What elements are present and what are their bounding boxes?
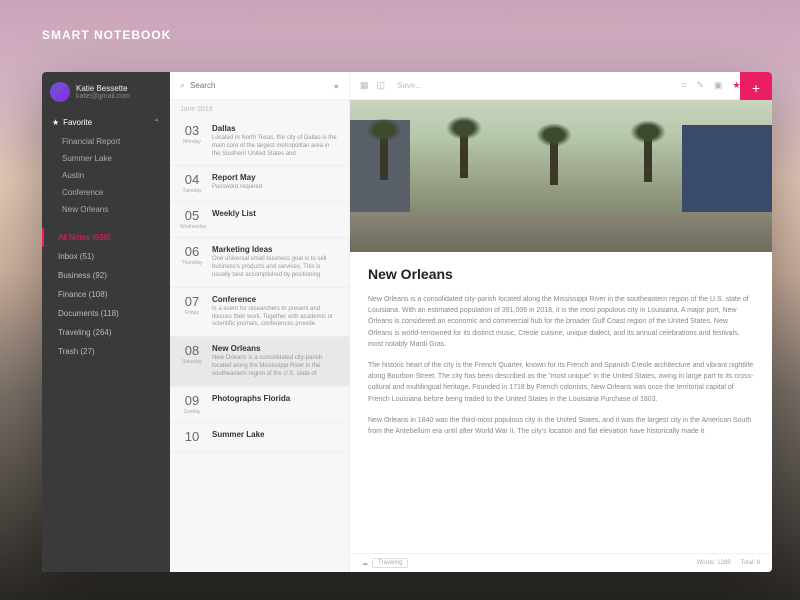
article-title: New Orleans: [368, 266, 754, 282]
search-bar: ⌕ ●: [170, 72, 349, 100]
note-item[interactable]: 04 Tuesday Report May Password required: [170, 166, 349, 202]
favorite-item[interactable]: Financial Report: [42, 133, 170, 150]
user-email: katie@gmail.com: [76, 93, 130, 100]
toolbar: ▦ ◫ Save... ⌗ ✎ ▣ ★ 🗑: [350, 72, 772, 100]
article-paragraph: New Orleans in 1840 was the third-most p…: [368, 415, 754, 437]
footer: ☁ Traveling Words: 1289 Total: 8: [350, 553, 772, 572]
note-day: 07: [180, 295, 204, 308]
edit-icon[interactable]: ✎: [696, 80, 704, 91]
hero-image: [350, 100, 772, 252]
mic-icon[interactable]: ●: [334, 81, 339, 91]
total-count: Total: 8: [741, 560, 760, 566]
layout-icon[interactable]: ◫: [377, 80, 386, 91]
app-title: SMART NOTEBOOK: [42, 28, 171, 42]
note-dow: Sunday: [180, 409, 204, 415]
category-traveling[interactable]: Traveling (264): [42, 323, 170, 342]
note-day: 05: [180, 209, 204, 222]
sidebar: Katie Bessette katie@gmail.com ★ Favorit…: [42, 72, 170, 572]
favorite-item[interactable]: Austin: [42, 167, 170, 184]
note-day: 03: [180, 124, 204, 137]
user-name: Katie Bessette: [76, 84, 130, 93]
tag-icon: ☁: [362, 560, 368, 567]
tag[interactable]: Traveling: [372, 558, 408, 568]
note-dow: Saturday: [180, 359, 204, 365]
note-day: 10: [180, 430, 204, 443]
search-icon: ⌕: [180, 80, 185, 91]
note-item[interactable]: 03 Monday Dallas Located in North Texas, th…: [170, 117, 349, 166]
note-day: 09: [180, 394, 204, 407]
note-title: Conference: [212, 295, 339, 304]
note-dow: Tuesday: [180, 188, 204, 194]
note-snippet: Password required: [212, 184, 339, 192]
main-pane: ▦ ◫ Save... ⌗ ✎ ▣ ★ 🗑 + New Orleans: [350, 72, 772, 572]
note-item[interactable]: 10 Summer Lake: [170, 423, 349, 453]
month-label: June 2019: [170, 100, 349, 117]
note-item[interactable]: 06 Thursday Marketing Ideas One universal s…: [170, 238, 349, 287]
note-item[interactable]: 08 Saturday New Orleans New Orleans is a co…: [170, 337, 349, 386]
favorite-section-toggle[interactable]: ★ Favorite ⌃: [42, 112, 170, 133]
category-all-notes[interactable]: All Notes (698): [42, 228, 170, 247]
favorite-item[interactable]: New Orleans: [42, 201, 170, 218]
note-dow: Friday: [180, 310, 204, 316]
note-snippet: New Orleans is a consolidated city-paris…: [212, 355, 339, 378]
image-icon[interactable]: ▣: [714, 80, 723, 91]
star-icon: ★: [52, 118, 59, 127]
favorite-item[interactable]: Conference: [42, 184, 170, 201]
note-title: Weekly List: [212, 209, 339, 218]
note-snippet: Located in North Texas, the city of Dall…: [212, 135, 339, 158]
favorite-item[interactable]: Summer Lake: [42, 150, 170, 167]
article-paragraph: New Orleans is a consolidated city-paris…: [368, 294, 754, 350]
note-title: Summer Lake: [212, 430, 339, 439]
note-title: Marketing Ideas: [212, 245, 339, 254]
search-input[interactable]: [190, 81, 334, 90]
note-title: Photographs Florida: [212, 394, 339, 403]
note-snippet: Is a event for researchers to present an…: [212, 306, 339, 329]
note-title: Report May: [212, 173, 339, 182]
note-day: 04: [180, 173, 204, 186]
avatar: [50, 82, 70, 102]
notes-column: ⌕ ● June 2019 03 Monday Dallas Located in N…: [170, 72, 350, 572]
note-item[interactable]: 05 Wednesday Weekly List: [170, 202, 349, 238]
note-dow: Thursday: [180, 260, 204, 266]
note-title: Dallas: [212, 124, 339, 133]
chevron-up-icon: ⌃: [153, 118, 160, 127]
attach-icon[interactable]: ⌗: [681, 80, 686, 91]
category-documents[interactable]: Documents (118): [42, 304, 170, 323]
note-dow: Monday: [180, 139, 204, 145]
article-paragraph: The historic heart of the city is the Fr…: [368, 360, 754, 405]
category-inbox[interactable]: Inbox (51): [42, 247, 170, 266]
app-window: Katie Bessette katie@gmail.com ★ Favorit…: [42, 72, 772, 572]
category-business[interactable]: Business (92): [42, 266, 170, 285]
note-day: 06: [180, 245, 204, 258]
note-title: New Orleans: [212, 344, 339, 353]
save-button[interactable]: Save...: [397, 81, 422, 90]
note-item[interactable]: 09 Sunday Photographs Florida: [170, 387, 349, 423]
favorite-label: Favorite: [63, 118, 153, 127]
word-count: Words: 1289: [697, 560, 731, 566]
note-snippet: One universal small business goal is to …: [212, 256, 339, 279]
note-item[interactable]: 07 Friday Conference Is a event for researc…: [170, 288, 349, 337]
user-block[interactable]: Katie Bessette katie@gmail.com: [42, 72, 170, 112]
article: New Orleans New Orleans is a consolidate…: [350, 252, 772, 553]
category-trash[interactable]: Trash (27): [42, 342, 170, 361]
note-day: 08: [180, 344, 204, 357]
grid-icon[interactable]: ▦: [360, 80, 369, 91]
category-finance[interactable]: Finance (108): [42, 285, 170, 304]
note-dow: Wednesday: [180, 224, 204, 230]
